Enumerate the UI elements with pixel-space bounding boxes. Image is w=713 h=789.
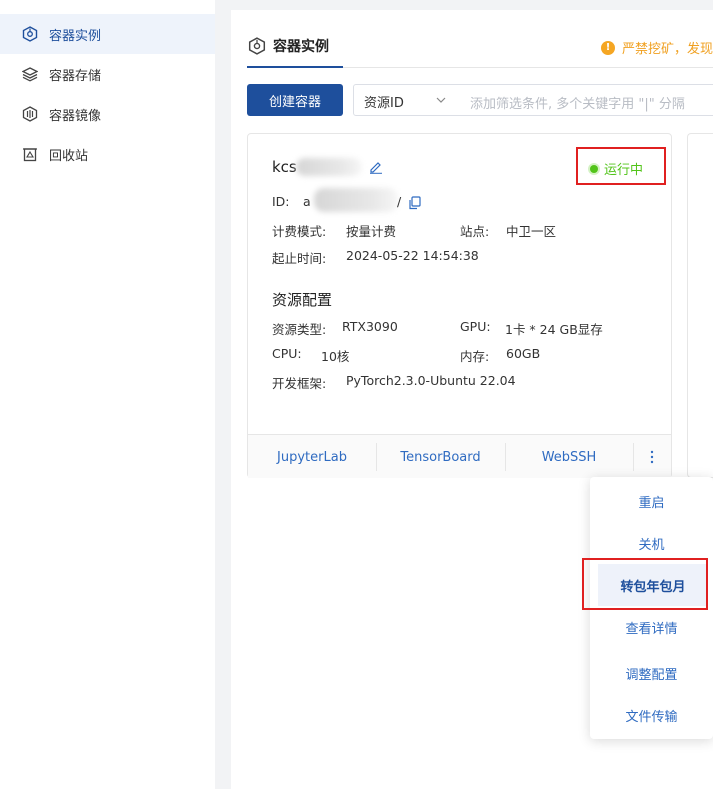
site-value: 中卫一区 <box>506 224 557 239</box>
sidebar: 容器实例 容器存储 容器镜像 回收站 <box>0 0 215 789</box>
mining-warning: ! 严禁挖矿，发现一 <box>601 38 713 57</box>
status-dot-icon <box>590 164 598 173</box>
resource-type-label: 资源类型: <box>272 322 327 337</box>
copy-icon[interactable] <box>408 196 421 210</box>
sidebar-item-label: 回收站 <box>49 148 89 164</box>
filter-field-select[interactable]: 资源ID <box>364 92 404 111</box>
sidebar-item-label: 容器实例 <box>49 28 102 44</box>
warning-icon: ! <box>601 40 615 55</box>
filter-bar[interactable]: 资源ID 添加筛选条件, 多个关键字用 "|" 分隔 <box>353 84 713 116</box>
id-label: ID: <box>272 194 290 209</box>
sidebar-item-container-instances[interactable]: 容器实例 <box>0 14 215 54</box>
menu-item-view-details[interactable]: 查看详情 <box>590 606 713 648</box>
chevron-down-icon[interactable] <box>436 94 446 104</box>
status-text: 运行中 <box>604 163 644 178</box>
cluster-icon <box>21 25 39 43</box>
framework-value: PyTorch2.3.0-Ubuntu 22.04 <box>346 373 516 388</box>
billing-label: 计费模式: <box>272 224 327 239</box>
tab-bar: 容器实例 ! 严禁挖矿，发现一 <box>247 34 713 68</box>
webssh-button[interactable]: WebSSH <box>505 435 633 479</box>
site-label: 站点: <box>460 224 490 239</box>
redacted-name <box>296 158 362 176</box>
trash-icon <box>21 145 39 163</box>
memory-label: 内存: <box>460 349 490 364</box>
tab-container-instances[interactable]: 容器实例 <box>247 34 343 68</box>
more-options-icon[interactable] <box>633 435 671 479</box>
warning-text: 严禁挖矿，发现一 <box>622 42 713 57</box>
sidebar-item-container-images[interactable]: 容器镜像 <box>0 94 215 134</box>
id-value: a <box>303 194 311 209</box>
cluster-icon <box>248 37 266 55</box>
framework-label: 开发框架: <box>272 376 327 391</box>
sidebar-item-container-storage[interactable]: 容器存储 <box>0 54 215 94</box>
menu-item-file-transfer[interactable]: 文件传输 <box>590 694 713 736</box>
instance-card-partial <box>687 133 713 478</box>
cpu-label: CPU: <box>272 346 302 361</box>
jupyterlab-button[interactable]: JupyterLab <box>248 435 376 479</box>
sidebar-item-recycle-bin[interactable]: 回收站 <box>0 134 215 174</box>
status-badge: 运行中 <box>590 159 643 178</box>
menu-item-restart[interactable]: 重启 <box>590 480 713 522</box>
sidebar-item-label: 容器存储 <box>49 68 102 84</box>
sidebar-item-label: 容器镜像 <box>49 108 102 124</box>
resource-type-value: RTX3090 <box>342 319 398 334</box>
id-value-suffix: / <box>397 194 402 209</box>
billing-value: 按量计费 <box>346 224 397 239</box>
menu-item-adjust-config[interactable]: 调整配置 <box>590 652 713 694</box>
instance-card: kcs 运行中 ID: a / 计费模式: 按量计费 站点: 中卫一区 起止时间… <box>247 133 672 478</box>
edit-icon[interactable] <box>369 160 383 174</box>
instance-name: kcs <box>272 158 297 176</box>
menu-highlight-box <box>582 558 708 610</box>
redacted-id <box>314 188 398 212</box>
memory-value: 60GB <box>506 346 541 361</box>
time-label: 起止时间: <box>272 251 327 266</box>
gpu-value: 1卡 * 24 GB显存 <box>505 322 603 337</box>
section-title: 资源配置 <box>272 291 333 309</box>
card-footer: JupyterLab TensorBoard WebSSH <box>248 434 671 478</box>
create-container-button[interactable]: 创建容器 <box>247 84 343 116</box>
tab-label: 容器实例 <box>273 39 329 55</box>
cpu-value: 10核 <box>321 349 350 364</box>
layers-icon <box>21 65 39 83</box>
tensorboard-button[interactable]: TensorBoard <box>376 435 505 479</box>
gpu-label: GPU: <box>460 319 491 334</box>
time-value: 2024-05-22 14:54:38 <box>346 248 479 263</box>
filter-input-placeholder[interactable]: 添加筛选条件, 多个关键字用 "|" 分隔 <box>470 93 685 112</box>
disk-icon <box>21 105 39 123</box>
